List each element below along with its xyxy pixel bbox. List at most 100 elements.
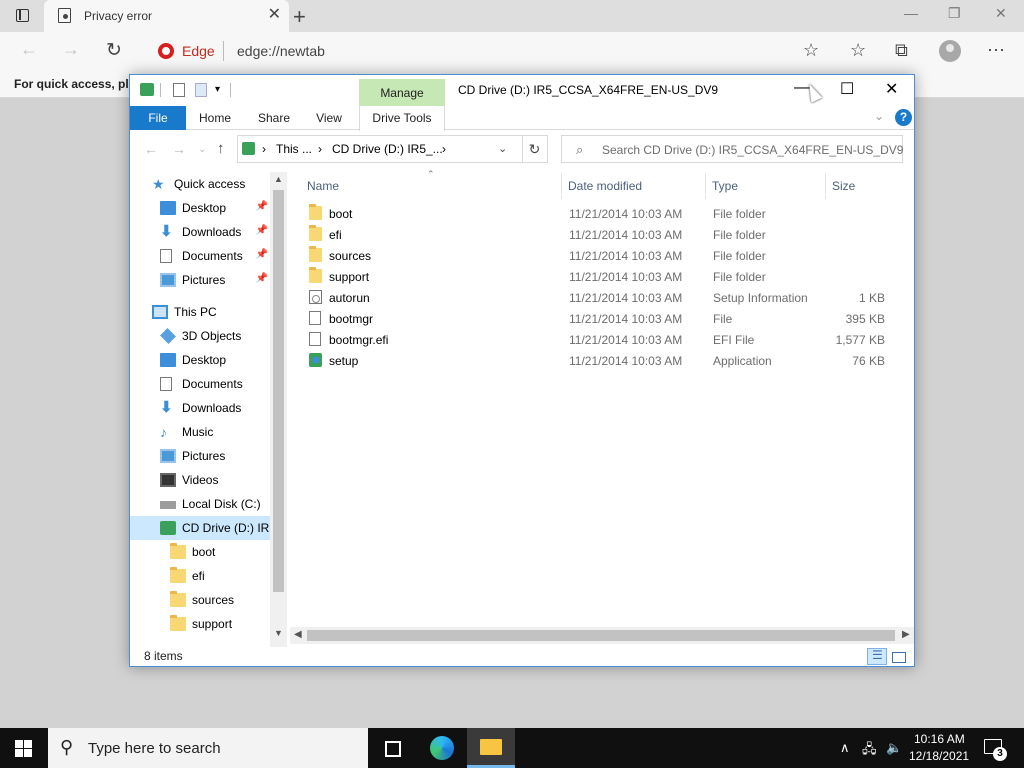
site-identity-label[interactable]: Edge <box>182 43 215 59</box>
start-button[interactable] <box>15 740 32 757</box>
customize-toolbar-icon[interactable]: ▾ <box>215 84 220 95</box>
address-dropdown-icon[interactable]: ⌄ <box>498 142 507 155</box>
volume-muted-icon[interactable]: 🔈 <box>886 740 902 756</box>
file-row[interactable]: efi 11/21/2014 10:03 AM File folder <box>299 224 899 245</box>
profile-avatar[interactable] <box>939 40 961 62</box>
scroll-left-icon[interactable]: ◀ <box>294 629 302 640</box>
sidebar-item-support[interactable]: support <box>130 612 270 636</box>
sidebar-item-3d-objects[interactable]: 3D Objects <box>130 324 270 348</box>
sidebar-item-this-pc[interactable]: This PC <box>130 300 270 324</box>
sidebar-item-videos[interactable]: Videos <box>130 468 270 492</box>
breadcrumb-cd-drive[interactable]: CD Drive (D:) IR5_... <box>332 142 443 156</box>
sidebar-item-pictures[interactable]: Pictures <box>130 444 270 468</box>
sidebar-item-boot[interactable]: boot <box>130 540 270 564</box>
scroll-right-icon[interactable]: ▶ <box>902 629 910 640</box>
sidebar-item-documents[interactable]: Documents <box>130 372 270 396</box>
nav-pane-scrollbar[interactable]: ▲ ▼ <box>270 172 287 647</box>
tab-actions-button[interactable] <box>14 7 32 25</box>
tab-view[interactable]: View <box>308 106 350 130</box>
tab-manage[interactable]: Manage <box>359 79 445 106</box>
file-row[interactable]: bootmgr.efi 11/21/2014 10:03 AM EFI File 1,… <box>299 329 899 350</box>
column-header-type[interactable]: Type <box>712 179 738 193</box>
nav-scrollbar-thumb[interactable] <box>273 190 284 592</box>
large-icons-view-button[interactable] <box>889 648 909 665</box>
breadcrumb-separator[interactable]: › <box>262 142 266 156</box>
properties-icon[interactable] <box>173 83 185 97</box>
explorer-maximize-button[interactable]: ☐ <box>840 79 854 99</box>
add-favorite-icon[interactable]: ☆ <box>803 40 819 61</box>
refresh-button[interactable]: ↻ <box>106 39 122 62</box>
file-row[interactable]: autorun 11/21/2014 10:03 AM Setup Informat… <box>299 287 899 308</box>
sidebar-item-local-disk-c[interactable]: Local Disk (C:) <box>130 492 270 516</box>
sidebar-item-desktop[interactable]: Desktop 📌 <box>130 196 270 220</box>
collections-icon[interactable]: ⧉ <box>895 40 908 61</box>
new-tab-button[interactable]: + <box>293 4 306 30</box>
file-row[interactable]: bootmgr 11/21/2014 10:03 AM File 395 KB <box>299 308 899 329</box>
tab-file[interactable]: File <box>130 106 186 130</box>
explorer-back-button[interactable]: ← <box>144 141 158 157</box>
browser-tab[interactable]: Privacy error ✕ <box>44 0 289 32</box>
explorer-address-bar[interactable]: › This ... › CD Drive (D:) IR5_... › ⌄ <box>237 135 523 163</box>
expand-ribbon-icon[interactable]: ⌄ <box>874 109 884 123</box>
sidebar-item-sources[interactable]: sources <box>130 588 270 612</box>
tab-drive-tools[interactable]: Drive Tools <box>359 106 445 131</box>
column-header-name[interactable]: Name <box>307 179 339 193</box>
favorites-icon[interactable]: ☆ <box>850 40 866 61</box>
address-bar[interactable]: edge://newtab <box>237 43 325 59</box>
scroll-down-icon[interactable]: ▼ <box>274 628 283 638</box>
column-divider[interactable] <box>561 173 562 199</box>
new-folder-icon[interactable] <box>195 83 207 97</box>
sidebar-item-music[interactable]: ♪ Music <box>130 420 270 444</box>
column-header-size[interactable]: Size <box>832 179 855 193</box>
show-hidden-icons-icon[interactable]: ∧ <box>840 740 850 756</box>
breadcrumb-this-pc[interactable]: This ... <box>276 142 312 156</box>
scroll-up-icon[interactable]: ▲ <box>274 174 283 184</box>
network-icon[interactable]: 🖧 <box>862 740 877 762</box>
sidebar-item-documents[interactable]: Documents 📌 <box>130 244 270 268</box>
browser-close-button[interactable]: ✕ <box>995 5 1007 22</box>
details-view-button[interactable] <box>867 648 887 665</box>
clock-time[interactable]: 10:16 AM <box>914 732 965 746</box>
back-button[interactable]: ← <box>20 39 38 60</box>
browser-minimize-button[interactable]: — <box>904 5 918 21</box>
tab-share[interactable]: Share <box>250 106 298 130</box>
recent-locations-button[interactable]: ⌄ <box>198 144 206 155</box>
file-row[interactable]: setup 11/21/2014 10:03 AM Application 76 KB <box>299 350 899 371</box>
column-header-date-modified[interactable]: Date modified <box>568 179 642 193</box>
breadcrumb-separator[interactable]: › <box>442 142 446 156</box>
search-input[interactable]: ⌕ Search CD Drive (D:) IR5_CCSA_X64FRE_E… <box>561 135 903 163</box>
explorer-forward-button[interactable]: → <box>172 141 186 157</box>
column-divider[interactable] <box>705 173 706 199</box>
tab-title: Privacy error <box>84 9 153 23</box>
file-row[interactable]: boot 11/21/2014 10:03 AM File folder <box>299 203 899 224</box>
up-button[interactable]: ↑ <box>217 140 225 157</box>
explorer-refresh-button[interactable]: ↻ <box>522 135 548 163</box>
taskbar-edge-button[interactable] <box>418 728 466 768</box>
tab-home[interactable]: Home <box>192 106 238 130</box>
taskbar-file-explorer-button[interactable] <box>467 728 515 768</box>
horizontal-scrollbar-thumb[interactable] <box>307 630 895 641</box>
clock-date[interactable]: 12/18/2021 <box>909 749 969 763</box>
sidebar-item-downloads[interactable]: ⬇ Downloads 📌 <box>130 220 270 244</box>
more-options-icon[interactable]: ⋯ <box>987 40 1005 61</box>
file-name: boot <box>329 207 353 221</box>
forward-button[interactable]: → <box>62 39 80 60</box>
explorer-close-button[interactable]: ✕ <box>885 79 898 99</box>
breadcrumb-separator[interactable]: › <box>318 142 322 156</box>
pin-icon: 📌 <box>255 273 268 284</box>
sidebar-item-desktop[interactable]: Desktop <box>130 348 270 372</box>
file-row[interactable]: support 11/21/2014 10:03 AM File folder <box>299 266 899 287</box>
sidebar-item-downloads[interactable]: ⬇ Downloads <box>130 396 270 420</box>
sidebar-item-cd-drive-d-ir5[interactable]: CD Drive (D:) IR5 <box>130 516 276 540</box>
tab-close-icon[interactable]: ✕ <box>268 7 281 23</box>
horizontal-scrollbar[interactable]: ◀ ▶ <box>290 627 914 644</box>
file-row[interactable]: sources 11/21/2014 10:03 AM File folder <box>299 245 899 266</box>
sidebar-item-quick-access[interactable]: ★ Quick access <box>130 172 270 196</box>
browser-restore-button[interactable]: ❐ <box>948 5 961 22</box>
help-icon[interactable]: ? <box>895 109 912 126</box>
taskbar-search-box[interactable]: ⚲ Type here to search <box>48 728 368 768</box>
sidebar-item-efi[interactable]: efi <box>130 564 270 588</box>
column-divider[interactable] <box>825 173 826 199</box>
sidebar-item-pictures[interactable]: Pictures 📌 <box>130 268 270 292</box>
task-view-button[interactable] <box>368 728 416 768</box>
